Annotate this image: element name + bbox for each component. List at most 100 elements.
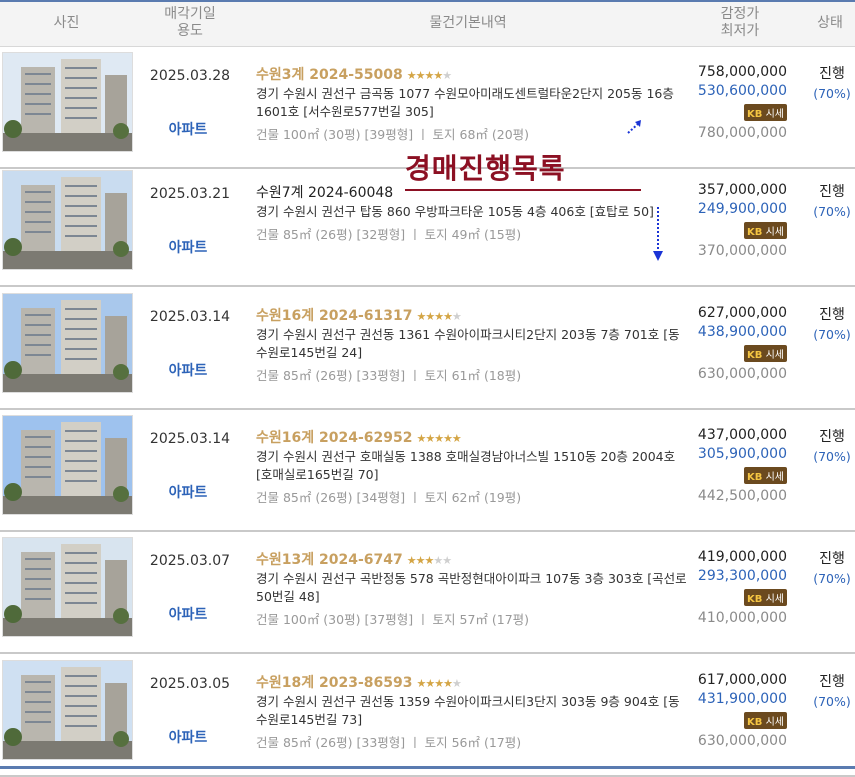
market-price: 410,000,000: [697, 610, 787, 626]
minimum-price: 249,900,000: [697, 201, 787, 217]
price-block: 617,000,000 431,900,000 KB 시세 630,000,000: [690, 671, 787, 751]
property-info: 수원16계 2024-61317 ★★★★★ 경기 수원시 권선구 권선동 1361…: [256, 307, 688, 385]
market-price: 442,500,000: [697, 488, 787, 504]
property-photo[interactable]: [2, 537, 133, 637]
market-price-label: 시세: [765, 109, 784, 120]
status-text: 진행: [819, 66, 845, 82]
minimum-price: 305,900,000: [697, 446, 787, 462]
status-text: 진행: [819, 551, 845, 567]
overlay-title: 경매진행목록: [405, 152, 566, 185]
minimum-price: 431,900,000: [697, 691, 787, 707]
market-price-button[interactable]: KB 시세: [744, 345, 787, 362]
kb-logo-icon: KB: [747, 227, 763, 238]
case-number-link[interactable]: 수원16계 2024-62952 ★★★★★: [256, 429, 688, 447]
auction-date: 2025.03.21: [149, 186, 231, 202]
header-date: 매각기일: [164, 6, 216, 22]
list-item[interactable]: 2025.03.07 아파트 수원13계 2024-6747 ★★★★★ 경기 수원시 …: [0, 532, 855, 654]
header-price: 감정가 최저가: [690, 6, 790, 40]
case-number-link[interactable]: 수원13계 2024-6747 ★★★★★: [256, 551, 688, 569]
kb-logo-icon: KB: [747, 717, 763, 728]
property-area: 건물 100㎡ (30평) [39평형] ㅣ 토지 68㎡ (20평): [256, 127, 530, 142]
appraisal-price: 758,000,000: [697, 64, 787, 80]
market-price: 630,000,000: [697, 733, 787, 749]
market-price-label: 시세: [765, 594, 784, 605]
market-price-button[interactable]: KB 시세: [744, 712, 787, 729]
status-text: 진행: [819, 184, 845, 200]
case-number-link[interactable]: 수원16계 2024-61317 ★★★★★: [256, 307, 688, 325]
property-photo[interactable]: [2, 660, 133, 760]
auction-date: 2025.03.07: [149, 553, 231, 569]
price-block: 758,000,000 530,600,000 KB 시세 780,000,000: [690, 63, 787, 143]
case-number[interactable]: 수원13계 2024-6747: [256, 552, 403, 568]
market-price: 780,000,000: [697, 125, 787, 141]
header-info: 물건기본내역: [429, 15, 507, 31]
property-area: 건물 85㎡ (26평) [32평형] ㅣ 토지 49㎡ (15평): [256, 227, 522, 242]
usage-link[interactable]: 아파트: [140, 604, 236, 624]
property-address: 경기 수원시 권선구 권선동 1359 수원아이파크시티3단지 303동 9층 …: [256, 694, 680, 727]
auction-date: 2025.03.05: [149, 676, 231, 692]
status-text: 진행: [819, 429, 845, 445]
usage-link[interactable]: 아파트: [140, 119, 236, 139]
status-ratio: (70%): [813, 449, 851, 464]
market-price-label: 시세: [765, 717, 784, 728]
list-item[interactable]: 2025.03.05 아파트 수원18계 2023-86593 ★★★★★ 경기 수원시…: [0, 655, 855, 777]
market-price-button[interactable]: KB 시세: [744, 589, 787, 606]
property-photo[interactable]: [2, 293, 133, 393]
status-block: 진행 (70%): [806, 673, 855, 711]
market-price: 630,000,000: [697, 366, 787, 382]
case-number[interactable]: 수원16계 2024-61317: [256, 308, 412, 324]
minimum-price: 293,300,000: [697, 568, 787, 584]
kb-logo-icon: KB: [747, 109, 763, 120]
appraisal-price: 437,000,000: [697, 427, 787, 443]
price-block: 419,000,000 293,300,000 KB 시세 410,000,000: [690, 548, 787, 628]
row-divider: [0, 285, 855, 287]
property-photo[interactable]: [2, 415, 133, 515]
property-photo[interactable]: [2, 52, 133, 152]
property-address: 경기 수원시 권선구 탑동 860 우방파크타운 105동 4층 406호 [효…: [256, 204, 654, 219]
property-area: 건물 100㎡ (30평) [37평형] ㅣ 토지 57㎡ (17평): [256, 612, 530, 627]
appraisal-price: 419,000,000: [697, 549, 787, 565]
overlay-underline: [405, 189, 641, 191]
rating-stars-icon: ★★★★★: [406, 69, 452, 82]
usage-link[interactable]: 아파트: [140, 237, 236, 257]
case-number-link[interactable]: 수원3계 2024-55008 ★★★★★: [256, 66, 688, 84]
market-price-button[interactable]: KB 시세: [744, 104, 787, 121]
property-info: 수원3계 2024-55008 ★★★★★ 경기 수원시 권선구 금곡동 1077 …: [256, 66, 688, 144]
header-photo: 사진: [53, 15, 80, 31]
market-price-button[interactable]: KB 시세: [744, 467, 787, 484]
property-info: 수원18계 2023-86593 ★★★★★ 경기 수원시 권선구 권선동 1359…: [256, 674, 688, 752]
case-number-link[interactable]: 수원18계 2023-86593 ★★★★★: [256, 674, 688, 692]
list-item[interactable]: 2025.03.14 아파트 수원16계 2024-61317 ★★★★★ 경기 수원시…: [0, 288, 855, 410]
rating-stars-icon: ★★★★★: [416, 310, 461, 323]
usage-link[interactable]: 아파트: [140, 482, 236, 502]
market-price-label: 시세: [765, 472, 784, 483]
list-item[interactable]: 2025.03.14 아파트 수원16계 2024-62952 ★★★★★ 경기 수원시…: [0, 410, 855, 532]
header-appraisal: 감정가: [720, 6, 760, 22]
case-number[interactable]: 수원7계 2024-60048: [256, 185, 393, 201]
header-minimum: 최저가: [720, 23, 760, 39]
status-block: 진행 (70%): [806, 550, 855, 588]
rating-stars-icon: ★★★★★: [406, 554, 452, 567]
market-price-label: 시세: [765, 350, 784, 361]
case-number[interactable]: 수원18계 2023-86593: [256, 675, 412, 691]
rating-stars-icon: ★★★★★: [416, 432, 461, 445]
usage-link[interactable]: 아파트: [140, 360, 236, 380]
property-info: 수원7계 2024-60048 경기 수원시 권선구 탑동 860 우방파크타운 …: [256, 184, 688, 244]
status-block: 진행 (70%): [806, 183, 855, 221]
property-area: 건물 85㎡ (26평) [34평형] ㅣ 토지 62㎡ (19평): [256, 490, 522, 505]
property-info: 수원13계 2024-6747 ★★★★★ 경기 수원시 권선구 곡반정동 578 …: [256, 551, 688, 629]
table-header: 사진 매각기일 용도 물건기본내역 감정가 최저가 상태: [0, 2, 855, 47]
auction-date: 2025.03.14: [149, 309, 231, 325]
case-number[interactable]: 수원3계 2024-55008: [256, 67, 403, 83]
kb-logo-icon: KB: [747, 594, 763, 605]
case-number[interactable]: 수원16계 2024-62952: [256, 430, 412, 446]
usage-link[interactable]: 아파트: [140, 727, 236, 747]
market-price-button[interactable]: KB 시세: [744, 222, 787, 239]
property-area: 건물 85㎡ (26평) [33평형] ㅣ 토지 61㎡ (18평): [256, 368, 522, 383]
status-ratio: (70%): [813, 86, 851, 101]
property-photo[interactable]: [2, 170, 133, 270]
status-ratio: (70%): [813, 204, 851, 219]
header-date-usage: 매각기일 용도: [140, 6, 240, 40]
price-block: 437,000,000 305,900,000 KB 시세 442,500,000: [690, 426, 787, 506]
property-info: 수원16계 2024-62952 ★★★★★ 경기 수원시 권선구 호매실동 138…: [256, 429, 688, 507]
